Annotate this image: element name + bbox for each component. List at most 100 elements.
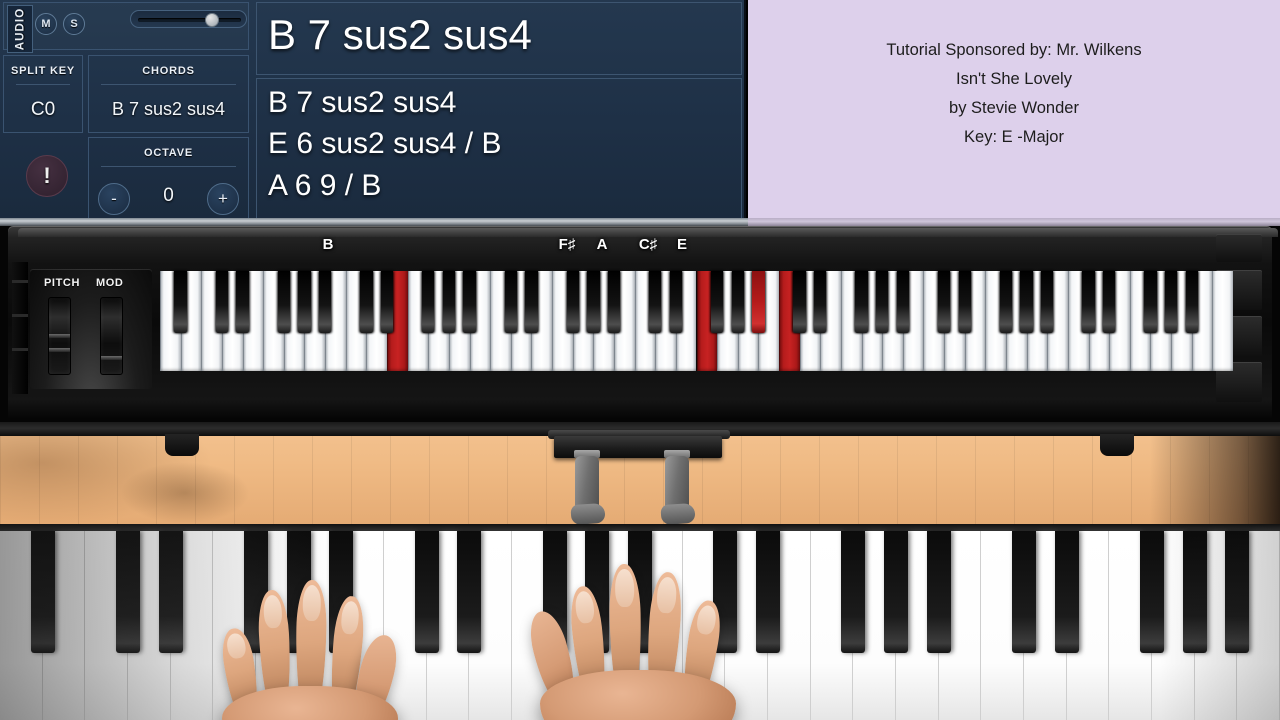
solo-label: S: [70, 18, 78, 30]
virtual-black-key[interactable]: [896, 271, 910, 333]
octave-title: OCTAVE: [143, 147, 193, 159]
wheel-pod: PITCH MOD: [30, 269, 152, 389]
virtual-black-key[interactable]: [649, 271, 662, 333]
piano-felt-strip: [0, 524, 1280, 531]
volume-slider[interactable]: [130, 10, 247, 28]
pitch-label: PITCH: [44, 277, 80, 289]
virtual-black-key[interactable]: [318, 271, 332, 333]
right-hand: [523, 554, 760, 720]
virtual-black-key[interactable]: [215, 271, 229, 333]
chord-alternate-line: A 6 9 / B: [268, 168, 382, 202]
piano-black-key: [1140, 531, 1164, 653]
virtual-black-key[interactable]: [607, 271, 621, 333]
virtual-keys[interactable]: [160, 271, 1233, 371]
virtual-black-key[interactable]: [793, 271, 806, 333]
alert-button[interactable]: !: [26, 155, 68, 197]
piano-black-key: [1012, 531, 1036, 653]
tutorial-lines: Tutorial Sponsored by: Mr. Wilkens Isn't …: [886, 36, 1141, 152]
plugin-left-column: AUDIO M S SPLIT KEY C0 CHORDS B 7 sus2 s…: [0, 0, 252, 224]
exclamation-icon: !: [43, 163, 51, 188]
mute-button[interactable]: M: [35, 13, 57, 35]
virtual-black-key[interactable]: [1144, 271, 1157, 333]
chord-plugin-window: AUDIO M S SPLIT KEY C0 CHORDS B 7 sus2 s…: [0, 0, 746, 224]
piano-black-key: [841, 531, 866, 653]
piano-black-key: [1225, 531, 1250, 653]
volume-slider-track: [138, 18, 241, 22]
piano-black-key: [926, 531, 951, 653]
audio-tab[interactable]: AUDIO: [7, 5, 33, 53]
piano-black-key: [1182, 531, 1207, 653]
virtual-black-key[interactable]: [731, 271, 744, 333]
keyboard-left-vent: [12, 262, 28, 394]
note-label-Csharp: C♯: [638, 236, 658, 253]
mod-wheel[interactable]: [100, 297, 123, 375]
virtual-black-key[interactable]: [422, 271, 435, 333]
virtual-black-key[interactable]: [1185, 271, 1198, 333]
piano-black-key: [1054, 531, 1079, 653]
virtual-black-key[interactable]: [876, 271, 889, 333]
virtual-black-key[interactable]: [1041, 271, 1054, 333]
pitch-wheel[interactable]: [48, 297, 71, 375]
chords-param-panel[interactable]: CHORDS B 7 sus2 sus4: [88, 55, 249, 133]
virtual-black-key[interactable]: [958, 271, 971, 333]
virtual-black-key[interactable]: [1103, 271, 1116, 333]
chords-param-title: CHORDS: [142, 65, 195, 77]
divider: [101, 166, 236, 167]
virtual-black-key[interactable]: [669, 271, 683, 333]
volume-slider-knob[interactable]: [205, 13, 220, 27]
virtual-black-key[interactable]: [999, 271, 1013, 333]
octave-increment-button[interactable]: +: [207, 183, 239, 215]
piano-black-key: [158, 531, 183, 653]
mute-label: M: [41, 18, 51, 30]
virtual-black-key[interactable]: [1082, 271, 1095, 333]
tutorial-line: by Stevie Wonder: [949, 98, 1079, 117]
virtual-black-key[interactable]: [463, 271, 476, 333]
tutorial-info-panel: Tutorial Sponsored by: Mr. Wilkens Isn't …: [748, 0, 1280, 224]
wood-shadow-right: [1150, 422, 1280, 524]
sustain-pedal[interactable]: [665, 456, 689, 522]
virtual-black-key[interactable]: [236, 271, 249, 333]
chord-alternates-display: B 7 sus2 sus4 E 6 sus2 sus4 / B A 6 9 / B: [256, 78, 742, 219]
octave-plus-label: +: [218, 189, 228, 208]
audio-section: AUDIO M S: [3, 2, 249, 53]
current-chord-name: B 7 sus2 sus4: [268, 11, 532, 58]
virtual-black-key[interactable]: [566, 271, 579, 333]
split-key-title: SPLIT KEY: [10, 65, 76, 77]
piano-black-key: [30, 531, 55, 653]
virtual-black-key[interactable]: [298, 271, 311, 333]
split-key-value: C0: [30, 99, 56, 120]
virtual-black-key[interactable]: [1020, 271, 1033, 333]
chord-alternate-line: E 6 sus2 sus4 / B: [268, 127, 502, 161]
virtual-black-key[interactable]: [1164, 271, 1178, 333]
octave-panel: OCTAVE - 0 +: [88, 137, 249, 219]
tutorial-line: Key: E -Major: [964, 127, 1064, 146]
virtual-black-key[interactable]: [360, 271, 373, 333]
soft-pedal[interactable]: [575, 456, 599, 522]
virtual-black-key[interactable]: [587, 271, 600, 333]
virtual-black-key[interactable]: [710, 271, 724, 333]
piano-black-key: [457, 531, 482, 653]
note-label-B: B: [322, 236, 334, 253]
virtual-black-key[interactable]: [174, 271, 187, 333]
chord-alternates-list: B 7 sus2 sus4 E 6 sus2 sus4 / B A 6 9 / B: [257, 79, 741, 206]
virtual-black-key[interactable]: [504, 271, 517, 333]
virtual-white-key[interactable]: [1212, 271, 1233, 371]
virtual-black-key[interactable]: [855, 271, 868, 333]
real-piano-keyboard: [0, 524, 1280, 720]
virtual-black-key[interactable]: [442, 271, 456, 333]
left-hand: [208, 568, 418, 720]
virtual-black-key[interactable]: [937, 271, 951, 333]
virtual-black-key[interactable]: [277, 271, 290, 333]
virtual-black-key[interactable]: [525, 271, 538, 333]
virtual-black-key[interactable]: [380, 271, 394, 333]
solo-button[interactable]: S: [63, 13, 85, 35]
octave-stepper: - 0 +: [89, 179, 248, 221]
virtual-keyboard-region: PITCH MOD B F♯ A C♯ E: [0, 226, 1280, 422]
virtual-keyboard-body: PITCH MOD B F♯ A C♯ E: [8, 226, 1278, 419]
chords-param-value: B 7 sus2 sus4: [111, 99, 226, 119]
lip-notch-left: [165, 434, 199, 456]
tutorial-line: Isn't She Lovely: [956, 69, 1072, 88]
virtual-black-key[interactable]: [752, 271, 765, 333]
virtual-black-key[interactable]: [814, 271, 827, 333]
split-key-panel[interactable]: SPLIT KEY C0: [3, 55, 83, 133]
